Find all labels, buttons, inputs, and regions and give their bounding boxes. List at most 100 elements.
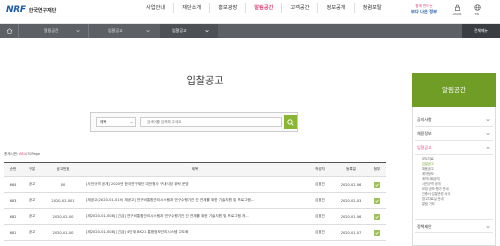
- nav-item-integrity[interactable]: 청렴포탈: [353, 3, 390, 13]
- cell-attach[interactable]: [368, 225, 386, 240]
- total-prefix: 총게시판:: [4, 152, 19, 156]
- badge-bottom-text: 보다 나은 정부: [410, 9, 438, 14]
- cell-date: 2020.02.03: [340, 198, 362, 203]
- breadcrumb-item-notice[interactable]: 알림공간: [44, 24, 59, 38]
- cell-date: 2020.02.06: [340, 182, 362, 187]
- globe-icon: [473, 4, 481, 11]
- cell-title-link[interactable]: [재2020-01-008] [긴급] 4단계 BK21 통합정보관리시스템 고…: [86, 225, 306, 240]
- search-button[interactable]: [284, 115, 297, 129]
- logo-text: 한국연구재단: [28, 7, 57, 14]
- side-menu-title: 알림공간: [412, 73, 496, 107]
- cell-title-link[interactable]: [사전규격 공개] 2020년 한국연구재단 대전청사 구내식당 위탁 운영: [86, 177, 306, 192]
- attachment-file-icon: [374, 213, 380, 220]
- search-input[interactable]: [140, 117, 282, 127]
- side-sub-item[interactable]: 채용공고: [422, 167, 434, 172]
- col-header-notice-no: 공고번호: [56, 167, 70, 171]
- cell-type: 공고: [28, 230, 36, 234]
- login-link[interactable]: LOGIN: [450, 4, 464, 16]
- col-header-date: 등록일: [346, 167, 356, 171]
- total-suffix: /70Page: [25, 152, 40, 156]
- attachment-file-icon: [374, 229, 380, 236]
- breadcrumb-item-bid[interactable]: 입찰공고: [108, 24, 123, 38]
- english-link[interactable]: EN: [470, 4, 484, 16]
- side-sub-item[interactable]: 참고자료실 안내: [422, 197, 444, 202]
- side-item-label: 입찰공고: [417, 145, 432, 150]
- search-field-select[interactable]: 제목: [96, 117, 136, 127]
- side-sub-item[interactable]: 계약정보: [422, 172, 434, 177]
- chevron-down-icon: [486, 132, 490, 136]
- sitemap-button[interactable]: 전체메뉴: [462, 24, 500, 38]
- side-item-notice[interactable]: 공지사항: [415, 113, 493, 127]
- site-logo[interactable]: NRF 한국연구재단: [6, 5, 56, 15]
- total-count: 총게시판: 684/70Page: [4, 152, 40, 157]
- cell-author: 심효진: [315, 198, 325, 202]
- side-sub-item[interactable]: 인증서·입찰관련 서식: [422, 192, 450, 197]
- home-icon[interactable]: [6, 28, 13, 34]
- col-header-author: 작성자: [315, 167, 325, 171]
- side-sub-item[interactable]: 알림 기타: [422, 202, 435, 207]
- table-row[interactable]: 681 공고 2020-01-00 [재2020-01-008] [긴급] 4단…: [4, 225, 386, 241]
- nav-item-info[interactable]: 정보공개: [317, 3, 353, 13]
- breadcrumb-item-current[interactable]: 입찰공고: [172, 24, 187, 38]
- side-item-recruit[interactable]: 채용정보: [415, 127, 493, 141]
- nav-item-pr[interactable]: 홍보광장: [209, 3, 245, 13]
- cell-type: 공고: [28, 182, 36, 186]
- side-sub-item[interactable]: 모집·공모·평가 안내: [422, 187, 449, 192]
- table-row[interactable]: 682 공고 2020-02-00 [재2020-01-008] [긴급] 연구…: [4, 209, 386, 225]
- side-sub-item[interactable]: 사전규격 공개: [422, 182, 441, 187]
- side-sub-item[interactable]: 보도자료: [422, 157, 434, 162]
- cell-author: 심효진: [315, 182, 325, 186]
- side-sub-item[interactable]: 계약사례공개: [422, 177, 440, 182]
- table-row[interactable]: 684 공고 00 [사전규격 공개] 2020년 한국연구재단 대전청사 구내…: [4, 177, 386, 193]
- cell-author: 심효진: [315, 214, 325, 218]
- cell-no: 684: [9, 182, 17, 187]
- nav-item-notice[interactable]: 알림공간: [245, 3, 281, 13]
- nav-item-business[interactable]: 사업안내: [138, 3, 173, 13]
- search-select-value: 제목: [100, 120, 107, 124]
- col-header-title: 제목: [191, 167, 199, 171]
- cell-no: 683: [9, 198, 17, 203]
- subnav-divider: [88, 24, 89, 38]
- english-label: EN: [475, 12, 479, 16]
- side-item-label: 정책제안: [417, 224, 432, 229]
- side-item-bid[interactable]: 입찰공고: [415, 141, 493, 155]
- cell-title-link[interactable]: [재공고(2020-01-019) 재공고] 연구비통합관리시스템과 연구수행기…: [86, 193, 306, 208]
- chevron-down-icon: [130, 121, 133, 124]
- page-title: 입찰공고: [186, 76, 224, 87]
- nav-item-about[interactable]: 재단소개: [173, 3, 209, 13]
- main-nav: 사업안내 재단소개 홍보광장 알림공간 고객공간 정보공개 청렴포탈: [138, 3, 390, 13]
- gov-badge[interactable]: 함께 만드는 보다 나은 정부: [408, 4, 440, 19]
- cell-no: 681: [9, 230, 17, 235]
- chevron-down-icon: [76, 29, 80, 33]
- breadcrumb-bar: [0, 24, 500, 38]
- table-header-row: 순번 구분 공고번호 제목 작성자 등록일 첨부: [4, 163, 386, 177]
- cell-author: 심효진: [315, 230, 325, 234]
- login-label: LOGIN: [452, 12, 462, 16]
- chevron-down-icon: [486, 225, 490, 229]
- cell-type: 공고: [28, 214, 36, 218]
- cell-notice-no: 2020-02-001: [51, 198, 75, 203]
- cell-attach[interactable]: [368, 177, 386, 192]
- bid-notice-table: 순번 구분 공고번호 제목 작성자 등록일 첨부 684 공고 00 [사전규격…: [4, 162, 386, 241]
- search-icon: [287, 118, 294, 126]
- col-header-no: 순번: [9, 167, 17, 171]
- side-sub-item-active[interactable]: 입찰공고: [422, 162, 434, 167]
- cell-type: 공고: [28, 198, 36, 202]
- table-row[interactable]: 683 공고 2020-02-001 [재공고(2020-01-019) 재공고…: [4, 193, 386, 209]
- cell-attach[interactable]: [368, 209, 386, 224]
- subnav-divider: [18, 24, 19, 38]
- chevron-down-icon: [205, 29, 209, 33]
- cell-date: 2020.01.07: [340, 230, 362, 235]
- side-item-policy[interactable]: 정책제안: [415, 219, 493, 233]
- cell-notice-no: 2020-02-00: [52, 214, 74, 219]
- cell-attach[interactable]: [368, 193, 386, 208]
- col-header-attach: 첨부: [373, 167, 381, 171]
- logo-mark: NRF: [6, 5, 26, 15]
- total-number: 684: [19, 152, 26, 156]
- nav-item-customer[interactable]: 고객공간: [281, 3, 317, 13]
- cell-no: 682: [9, 214, 17, 219]
- site-header: NRF 한국연구재단 사업안내 재단소개 홍보광장 알림공간 고객공간 정보공개…: [0, 0, 500, 24]
- chevron-up-icon: [486, 146, 490, 150]
- cell-title-link[interactable]: [재2020-01-008] [긴급] 연구비통합관리시스템과 연구수행기관 간…: [86, 209, 306, 224]
- side-item-label: 채용정보: [417, 131, 432, 136]
